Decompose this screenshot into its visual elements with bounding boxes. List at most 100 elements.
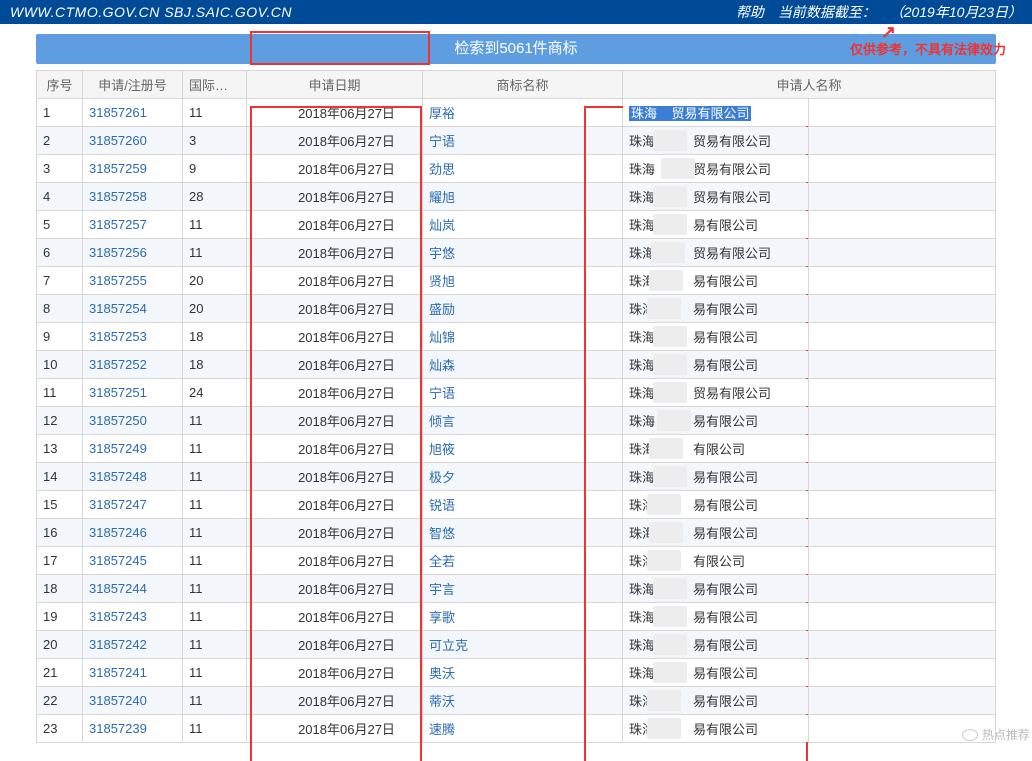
cell-tm: 宇悠 <box>423 239 623 267</box>
reg-link[interactable]: 31857258 <box>89 189 147 204</box>
cell-tm: 倾言 <box>423 407 623 435</box>
reg-link[interactable]: 31857239 <box>89 721 147 736</box>
tm-link[interactable]: 奥沃 <box>429 666 455 681</box>
cell-date: 2018年06月27日 <box>247 183 423 211</box>
table-row: 1731857245112018年06月27日全若珠海有限公司 <box>37 547 996 575</box>
tm-link[interactable]: 灿岚 <box>429 218 455 233</box>
footer-hot-tag[interactable]: 热点推荐 <box>962 726 1030 743</box>
reg-link[interactable]: 31857259 <box>89 161 147 176</box>
cell-applicant: 珠海易有限公司 <box>623 323 809 351</box>
reg-link[interactable]: 31857249 <box>89 441 147 456</box>
cell-applicant: 珠海易有限公司 <box>623 687 809 715</box>
tm-link[interactable]: 灿森 <box>429 358 455 373</box>
tm-link[interactable]: 宁语 <box>429 386 455 401</box>
cell-extra <box>809 295 996 323</box>
cell-reg: 31857260 <box>83 127 183 155</box>
cell-cls: 9 <box>183 155 247 183</box>
reg-link[interactable]: 31857240 <box>89 693 147 708</box>
reg-link[interactable]: 31857250 <box>89 413 147 428</box>
cell-applicant: 珠海有限公司 <box>623 435 809 463</box>
reg-link[interactable]: 31857255 <box>89 273 147 288</box>
footer-hot-label: 热点推荐 <box>982 726 1030 743</box>
cell-applicant: 珠海贸易有限公司 <box>623 127 809 155</box>
tm-link[interactable]: 灿锦 <box>429 330 455 345</box>
tm-link[interactable]: 贤旭 <box>429 274 455 289</box>
tm-link[interactable]: 极夕 <box>429 470 455 485</box>
tm-link[interactable]: 旭筱 <box>429 442 455 457</box>
tm-link[interactable]: 蒂沃 <box>429 694 455 709</box>
tm-link[interactable]: 盛励 <box>429 302 455 317</box>
tm-link[interactable]: 耀旭 <box>429 190 455 205</box>
reg-link[interactable]: 31857243 <box>89 609 147 624</box>
reg-link[interactable]: 31857244 <box>89 581 147 596</box>
reg-link[interactable]: 31857248 <box>89 469 147 484</box>
cell-tm: 耀旭 <box>423 183 623 211</box>
cell-reg: 31857247 <box>83 491 183 519</box>
cell-reg: 31857246 <box>83 519 183 547</box>
cell-date: 2018年06月27日 <box>247 491 423 519</box>
cell-date: 2018年06月27日 <box>247 295 423 323</box>
cell-reg: 31857256 <box>83 239 183 267</box>
cell-cls: 11 <box>183 603 247 631</box>
table-row: 2131857241112018年06月27日奥沃珠海易有限公司 <box>37 659 996 687</box>
reg-link[interactable]: 31857253 <box>89 329 147 344</box>
cell-extra <box>809 323 996 351</box>
reg-link[interactable]: 31857245 <box>89 553 147 568</box>
tm-link[interactable]: 速腾 <box>429 722 455 737</box>
date-label: 当前数据截至： <box>778 4 876 20</box>
cell-date: 2018年06月27日 <box>247 715 423 743</box>
reg-link[interactable]: 31857247 <box>89 497 147 512</box>
cell-reg: 31857250 <box>83 407 183 435</box>
tm-link[interactable]: 智悠 <box>429 526 455 541</box>
cell-seq: 1 <box>37 99 83 127</box>
cell-reg: 31857259 <box>83 155 183 183</box>
reg-link[interactable]: 31857246 <box>89 525 147 540</box>
cell-reg: 31857253 <box>83 323 183 351</box>
reg-link[interactable]: 31857254 <box>89 301 147 316</box>
reg-link[interactable]: 31857261 <box>89 105 147 120</box>
reg-link[interactable]: 31857256 <box>89 245 147 260</box>
cell-tm: 厚裕 <box>423 99 623 127</box>
cell-reg: 31857244 <box>83 575 183 603</box>
cell-cls: 11 <box>183 211 247 239</box>
cell-reg: 31857249 <box>83 435 183 463</box>
tm-link[interactable]: 全若 <box>429 554 455 569</box>
tm-link[interactable]: 宁语 <box>429 134 455 149</box>
tm-link[interactable]: 享歌 <box>429 610 455 625</box>
cell-extra <box>809 435 996 463</box>
tm-link[interactable]: 宇言 <box>429 582 455 597</box>
cell-applicant: 珠海易有限公司 <box>623 351 809 379</box>
tm-link[interactable]: 厚裕 <box>429 106 455 121</box>
reg-link[interactable]: 31857257 <box>89 217 147 232</box>
reg-link[interactable]: 31857242 <box>89 637 147 652</box>
tm-link[interactable]: 可立克 <box>429 638 468 653</box>
cell-seq: 18 <box>37 575 83 603</box>
cell-extra <box>809 463 996 491</box>
tm-link[interactable]: 宇悠 <box>429 246 455 261</box>
cell-applicant: 珠海易有限公司 <box>623 519 809 547</box>
reg-link[interactable]: 31857260 <box>89 133 147 148</box>
tm-link[interactable]: 锐语 <box>429 498 455 513</box>
cell-reg: 31857243 <box>83 603 183 631</box>
reg-link[interactable]: 31857252 <box>89 357 147 372</box>
cell-tm: 极夕 <box>423 463 623 491</box>
table-row: 2031857242112018年06月27日可立克珠海易有限公司 <box>37 631 996 659</box>
reg-link[interactable]: 31857251 <box>89 385 147 400</box>
cell-cls: 11 <box>183 491 247 519</box>
help-link[interactable]: 帮助 <box>736 4 764 20</box>
cell-seq: 7 <box>37 267 83 295</box>
cell-seq: 14 <box>37 463 83 491</box>
cell-cls: 11 <box>183 547 247 575</box>
cell-cls: 11 <box>183 407 247 435</box>
cell-reg: 31857252 <box>83 351 183 379</box>
table-row: 33185725992018年06月27日劲思珠海贸易有限公司 <box>37 155 996 183</box>
table-row: 1231857250112018年06月27日倾言珠海易有限公司 <box>37 407 996 435</box>
reg-link[interactable]: 31857241 <box>89 665 147 680</box>
cell-seq: 12 <box>37 407 83 435</box>
results-table: 序号 申请/注册号 国际分类 申请日期 商标名称 申请人名称 131857261… <box>36 70 996 743</box>
cell-seq: 4 <box>37 183 83 211</box>
tm-link[interactable]: 倾言 <box>429 414 455 429</box>
table-row: 931857253182018年06月27日灿锦珠海易有限公司 <box>37 323 996 351</box>
tm-link[interactable]: 劲思 <box>429 162 455 177</box>
cell-cls: 11 <box>183 463 247 491</box>
